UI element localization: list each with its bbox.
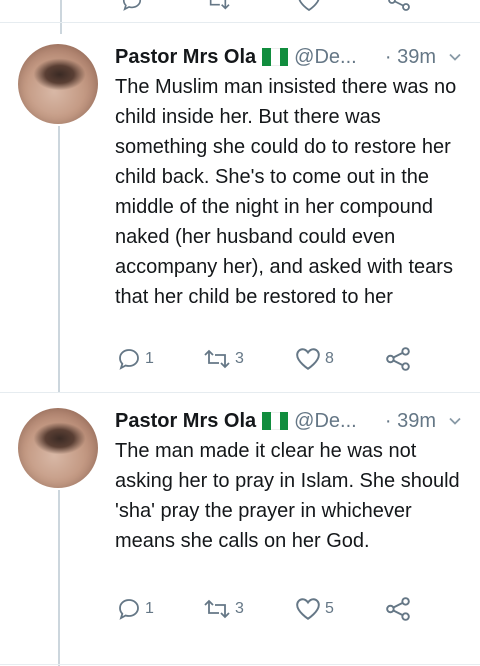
share-icon[interactable] — [387, 0, 411, 12]
like-count: 8 — [325, 350, 334, 367]
tweet-header: Pastor Mrs Ola @De... · 39m — [115, 42, 462, 72]
tweet-text: The Muslim man insisted there was no chi… — [115, 76, 457, 308]
tweet-actions: 1 3 5 — [115, 594, 415, 624]
divider — [0, 664, 480, 665]
tweet-actions: 1 3 8 — [115, 344, 415, 374]
display-name[interactable]: Pastor Mrs Ola — [115, 410, 256, 433]
display-name[interactable]: Pastor Mrs Ola — [115, 46, 256, 69]
share-button[interactable] — [385, 344, 411, 374]
reply-count: 1 — [145, 600, 154, 617]
retweet-icon[interactable] — [205, 0, 231, 12]
reply-icon — [119, 599, 139, 620]
timestamp[interactable]: · 39m — [385, 46, 436, 69]
retweet-button[interactable]: 3 — [203, 344, 244, 374]
reply-button[interactable]: 1 — [117, 344, 154, 374]
reply-icon — [119, 349, 139, 370]
reply-icon[interactable] — [121, 0, 143, 12]
thread-line — [58, 126, 60, 392]
share-icon — [386, 347, 410, 371]
user-handle[interactable]: @De... — [294, 46, 357, 69]
tweet-text: The man made it clear he was not asking … — [115, 440, 460, 552]
retweet-icon — [204, 349, 230, 369]
chevron-down-icon[interactable] — [448, 414, 462, 428]
heart-icon — [296, 598, 320, 620]
retweet-icon — [204, 599, 230, 619]
avatar[interactable] — [18, 44, 98, 124]
chevron-down-icon[interactable] — [448, 50, 462, 64]
reply-count: 1 — [145, 350, 154, 367]
user-handle[interactable]: @De... — [294, 410, 357, 433]
timestamp[interactable]: · 39m — [385, 410, 436, 433]
like-button[interactable]: 8 — [295, 344, 334, 374]
nigeria-flag-icon — [262, 48, 289, 66]
tweet-header: Pastor Mrs Ola @De... · 39m — [115, 406, 462, 436]
like-button[interactable]: 5 — [295, 594, 334, 624]
share-icon — [386, 597, 410, 621]
like-count: 5 — [325, 600, 334, 617]
reply-button[interactable]: 1 — [117, 594, 154, 624]
avatar[interactable] — [18, 408, 98, 488]
tweet[interactable]: Pastor Mrs Ola @De... · 39m The man made… — [0, 392, 480, 666]
heart-icon[interactable] — [297, 0, 321, 12]
retweet-count: 3 — [235, 600, 244, 617]
nigeria-flag-icon — [262, 412, 289, 430]
heart-icon — [296, 348, 320, 370]
previous-tweet-actions — [115, 0, 415, 14]
retweet-button[interactable]: 3 — [203, 594, 244, 624]
retweet-count: 3 — [235, 350, 244, 367]
thread-line — [58, 490, 60, 666]
share-button[interactable] — [385, 594, 411, 624]
tweet[interactable]: Pastor Mrs Ola @De... · 39m The Muslim m… — [0, 22, 480, 392]
